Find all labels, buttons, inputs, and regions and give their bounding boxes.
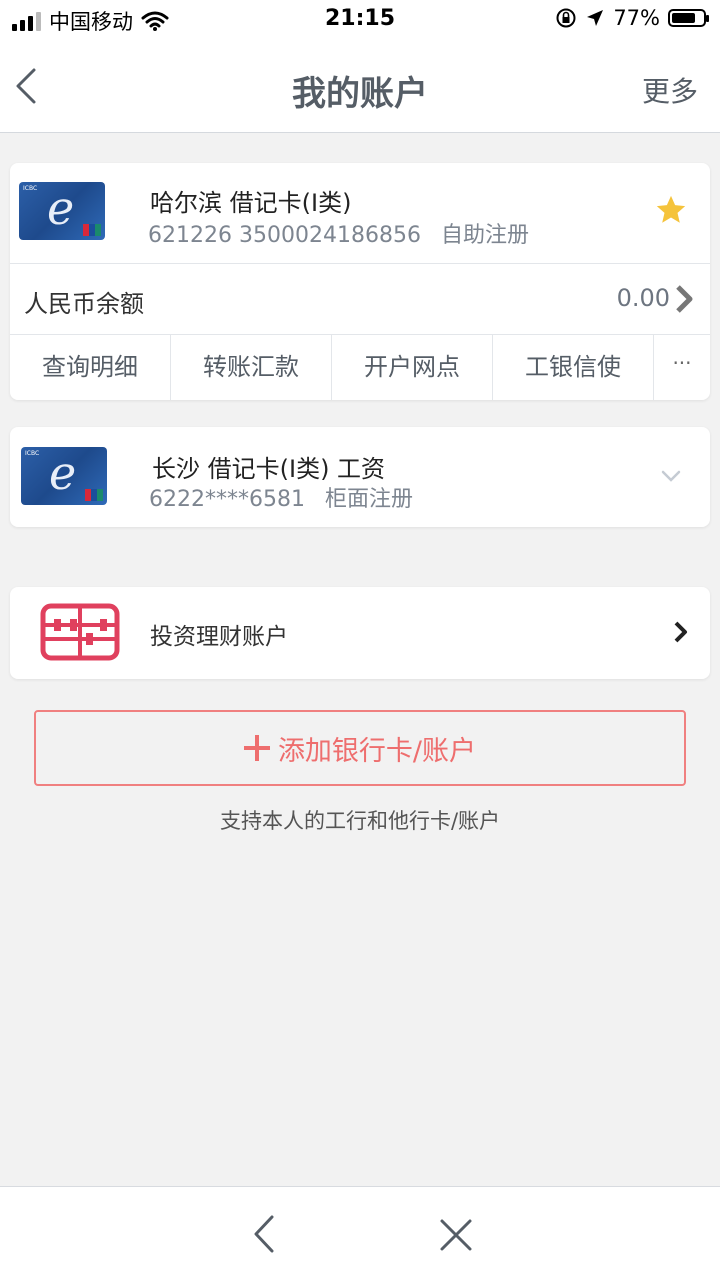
transfer-button[interactable]: 转账汇款	[171, 334, 332, 400]
invest-label: 投资理财账户	[150, 624, 288, 650]
account-number: 621226 3500024186856	[148, 223, 421, 248]
star-icon[interactable]	[654, 193, 688, 227]
status-bar: 中国移动 21:15 77%	[0, 0, 720, 40]
abacus-icon	[40, 603, 120, 661]
account-name: 哈尔滨 借记卡(I类)	[150, 189, 352, 217]
invest-account-row[interactable]: 投资理财账户	[10, 587, 710, 679]
bank-card-image: ICBC e	[19, 182, 105, 240]
account-number-row: 6222****6581 柜面注册	[149, 481, 413, 513]
e-card-logo: e	[49, 447, 77, 500]
add-card-button[interactable]: 添加银行卡/账户	[34, 710, 686, 786]
chevron-right-icon	[676, 285, 693, 313]
unionpay-logo	[83, 224, 101, 236]
account-card-secondary[interactable]: ICBC e 长沙 借记卡(I类) 工资 6222****6581 柜面注册	[10, 427, 710, 527]
chevron-left-icon[interactable]	[250, 1213, 280, 1255]
account-number: 6222****6581	[149, 487, 305, 512]
chevron-down-icon[interactable]	[660, 469, 682, 483]
battery-level	[672, 13, 695, 23]
registration-type: 柜面注册	[324, 487, 413, 512]
e-card-logo: e	[47, 182, 75, 235]
chevron-right-icon	[674, 621, 687, 643]
account-name: 长沙 借记卡(I类) 工资	[152, 455, 386, 483]
balance-label: 人民币余额	[24, 290, 144, 318]
add-card-label: 添加银行卡/账户	[277, 735, 477, 767]
balance-value: 0.00	[616, 284, 670, 312]
more-button[interactable]: 更多	[642, 70, 698, 110]
icbc-logo: ICBC	[25, 450, 40, 457]
bank-card-image: ICBC e	[21, 447, 107, 505]
add-card-hint: 支持本人的工行和他行卡/账户	[219, 809, 501, 833]
battery-percent: 77%	[613, 6, 660, 30]
account-header[interactable]: ICBC e 哈尔滨 借记卡(I类) 621226 3500024186856 自…	[10, 163, 710, 263]
close-icon[interactable]	[438, 1217, 474, 1253]
account-card-primary: ICBC e 哈尔滨 借记卡(I类) 621226 3500024186856 自…	[10, 163, 710, 400]
messenger-button[interactable]: 工银信使	[493, 334, 654, 400]
location-icon	[587, 10, 604, 26]
account-actions: 查询明细 转账汇款 开户网点 工银信使 ···	[10, 334, 710, 400]
branch-button[interactable]: 开户网点	[332, 334, 493, 400]
bottom-toolbar	[0, 1186, 720, 1281]
page-title: 我的账户	[292, 74, 428, 114]
orientation-lock-icon	[556, 8, 576, 28]
unionpay-logo	[85, 489, 103, 501]
balance-row[interactable]: 人民币余额 0.00	[10, 263, 710, 335]
account-number-row: 621226 3500024186856 自助注册	[148, 217, 529, 249]
icbc-logo: ICBC	[23, 185, 38, 192]
plus-icon	[243, 735, 270, 761]
registration-type: 自助注册	[440, 223, 529, 248]
more-actions-button[interactable]: ···	[654, 334, 710, 400]
battery-icon	[668, 9, 709, 27]
query-details-button[interactable]: 查询明细	[10, 334, 171, 400]
nav-bar: 我的账户 更多	[0, 40, 720, 133]
status-right: 77%	[555, 6, 709, 30]
